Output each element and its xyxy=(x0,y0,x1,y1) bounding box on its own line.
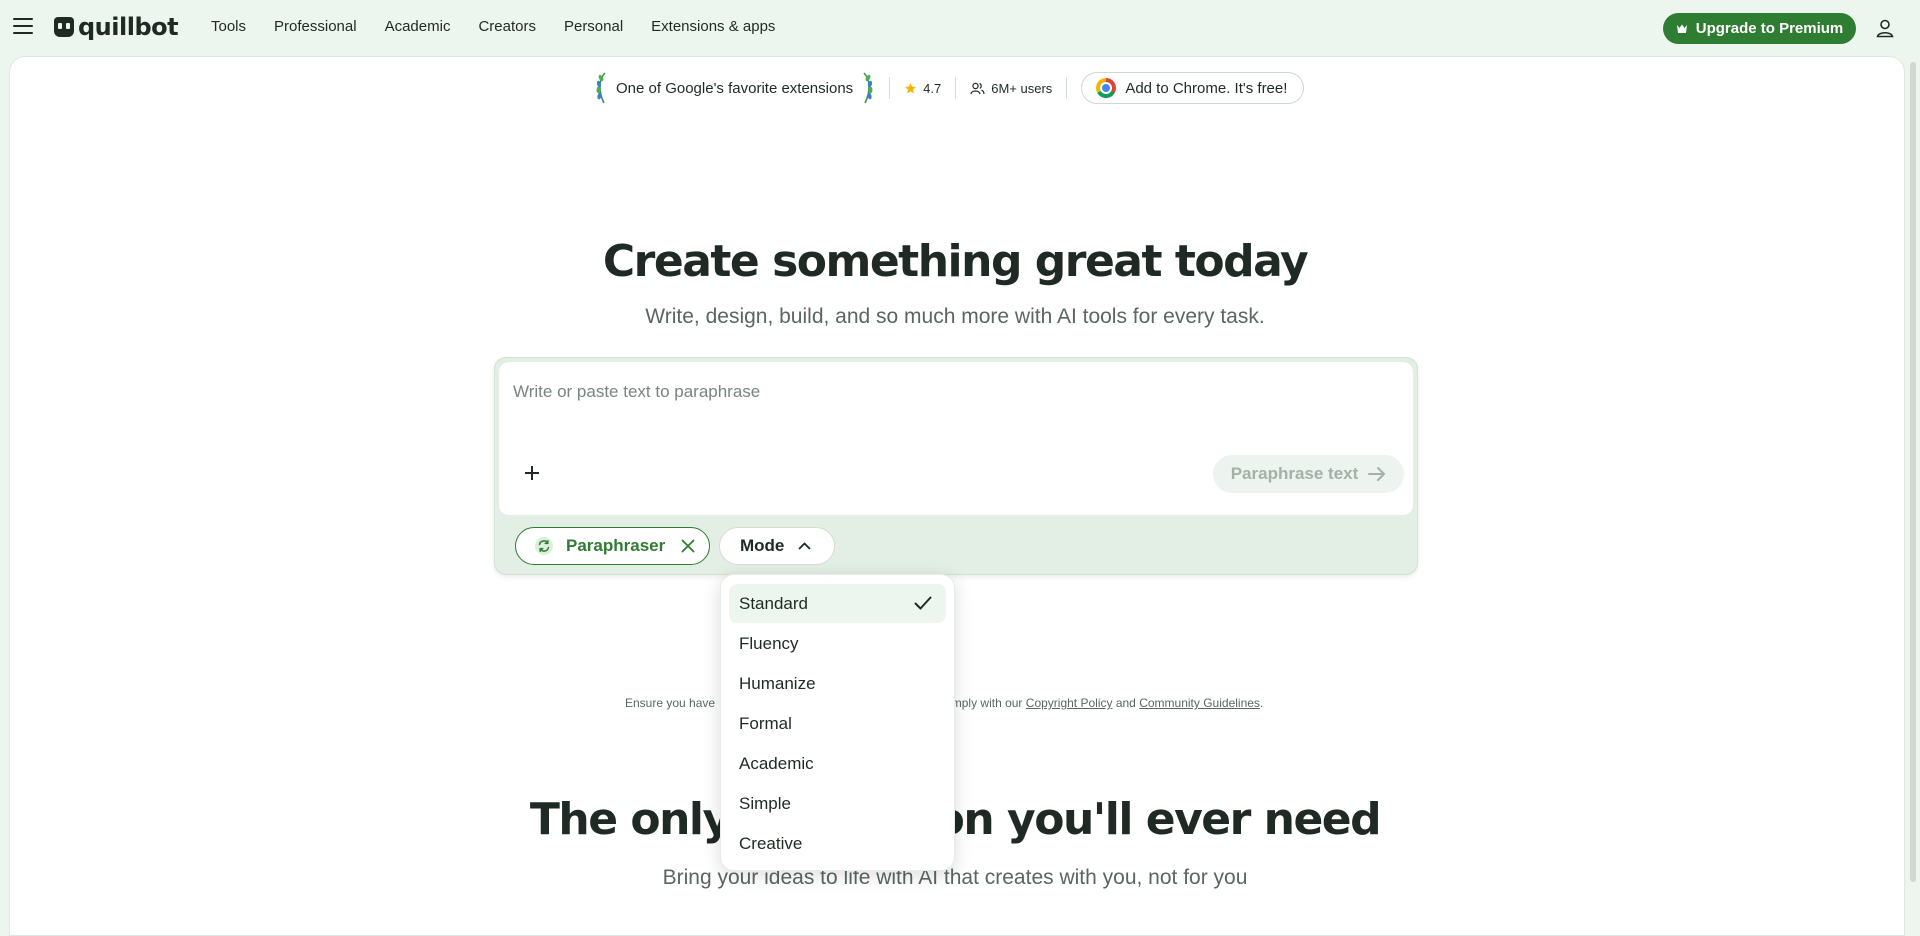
disclaimer-and: and xyxy=(1115,696,1136,710)
user-icon[interactable] xyxy=(1874,17,1896,39)
nav-link-tools[interactable]: Tools xyxy=(211,18,246,35)
editor-text-area-container: Paraphrase text xyxy=(499,362,1413,515)
mode-option-fluency[interactable]: Fluency xyxy=(729,624,946,663)
upgrade-to-premium-button[interactable]: Upgrade to Premium xyxy=(1663,13,1856,44)
check-icon xyxy=(914,596,932,610)
paraphraser-icon xyxy=(535,537,553,555)
nav-link-personal[interactable]: Personal xyxy=(564,18,623,35)
quillbot-logo[interactable]: quillbot xyxy=(54,12,179,42)
mode-option-label: Creative xyxy=(739,833,803,853)
mode-option-label: Fluency xyxy=(739,633,799,653)
community-guidelines-link[interactable]: Community Guidelines xyxy=(1139,696,1260,710)
users-value: 6M+ users xyxy=(991,80,1053,96)
mode-option-label: Simple xyxy=(739,793,791,813)
disclaimer-middle: omply with our xyxy=(945,696,1023,710)
mode-option-creative[interactable]: Creative xyxy=(729,824,946,863)
promo-divider xyxy=(889,77,891,99)
user-count: 6M+ users xyxy=(970,81,1052,96)
upgrade-label: Upgrade to Premium xyxy=(1695,20,1844,37)
nav-link-creators[interactable]: Creators xyxy=(478,18,536,35)
top-navigation: quillbot Tools Professional Academic Cre… xyxy=(0,0,1920,56)
paraphraser-tool-chip[interactable]: Paraphraser xyxy=(515,527,710,565)
nav-link-academic[interactable]: Academic xyxy=(385,18,451,35)
mode-option-label: Academic xyxy=(739,753,814,773)
chrome-extension-promo: One of Google's favorite extensions 4.7 … xyxy=(594,70,1305,106)
hero-title: Create something great today xyxy=(602,236,1309,287)
mode-option-label: Standard xyxy=(739,593,808,613)
mode-dropdown-button[interactable]: Mode xyxy=(719,527,835,565)
chrome-icon xyxy=(1096,78,1117,98)
hero-subtitle: Write, design, build, and so much more w… xyxy=(645,305,1265,328)
chevron-up-icon xyxy=(798,542,811,550)
mode-option-simple[interactable]: Simple xyxy=(729,784,946,823)
disclaimer-suffix: . xyxy=(1259,696,1264,710)
mode-label: Mode xyxy=(740,536,785,555)
nav-links: Tools Professional Academic Creators Per… xyxy=(211,18,803,35)
hamburger-icon[interactable] xyxy=(13,18,33,34)
rating-value: 4.7 xyxy=(923,80,942,96)
add-to-chrome-label: Add to Chrome. It's free! xyxy=(1125,79,1288,97)
section-subtitle: Bring your ideas to life with AI that cr… xyxy=(662,866,1248,889)
mode-option-label: Humanize xyxy=(739,673,816,693)
quillbot-logo-icon xyxy=(54,17,74,37)
nav-link-professional[interactable]: Professional xyxy=(274,18,357,35)
paraphrase-editor: Paraphrase text Paraphraser Mode xyxy=(494,357,1418,575)
favorite-extension-text: One of Google's favorite extensions xyxy=(616,79,854,97)
mode-option-standard[interactable]: Standard xyxy=(729,584,946,623)
add-to-chrome-button[interactable]: Add to Chrome. It's free! xyxy=(1081,72,1305,104)
arrow-right-icon xyxy=(1368,467,1386,481)
paraphrase-text-label: Paraphrase text xyxy=(1230,464,1359,483)
laurel-left-icon xyxy=(594,71,608,105)
section-title: The only AI solution you'll ever need xyxy=(529,794,1382,845)
star-icon xyxy=(905,82,917,93)
mode-option-humanize[interactable]: Humanize xyxy=(729,664,946,703)
promo-divider xyxy=(955,77,957,99)
close-icon[interactable] xyxy=(681,539,695,553)
laurel-right-icon xyxy=(861,71,875,105)
mode-dropdown-menu: Standard Fluency Humanize Formal Academi… xyxy=(720,574,955,871)
users-icon xyxy=(970,82,985,94)
brand-name: quillbot xyxy=(78,13,179,41)
copyright-policy-link[interactable]: Copyright Policy xyxy=(1026,696,1113,710)
page-scrollbar[interactable] xyxy=(1909,2,1917,917)
rating: 4.7 xyxy=(904,81,941,96)
promo-divider xyxy=(1066,77,1068,99)
paraphrase-text-input[interactable] xyxy=(513,382,1373,402)
paraphrase-text-button[interactable]: Paraphrase text xyxy=(1213,455,1404,493)
add-attachment-icon[interactable] xyxy=(523,464,541,482)
paraphraser-chip-label: Paraphraser xyxy=(566,536,666,555)
scrollbar-thumb[interactable] xyxy=(1910,62,1916,882)
mode-option-academic[interactable]: Academic xyxy=(729,744,946,783)
nav-link-extensions-apps[interactable]: Extensions & apps xyxy=(651,18,775,35)
crown-icon xyxy=(1676,23,1688,35)
mode-option-label: Formal xyxy=(739,713,792,733)
mode-option-formal[interactable]: Formal xyxy=(729,704,946,743)
disclaimer-prefix: Ensure you have xyxy=(625,696,716,710)
